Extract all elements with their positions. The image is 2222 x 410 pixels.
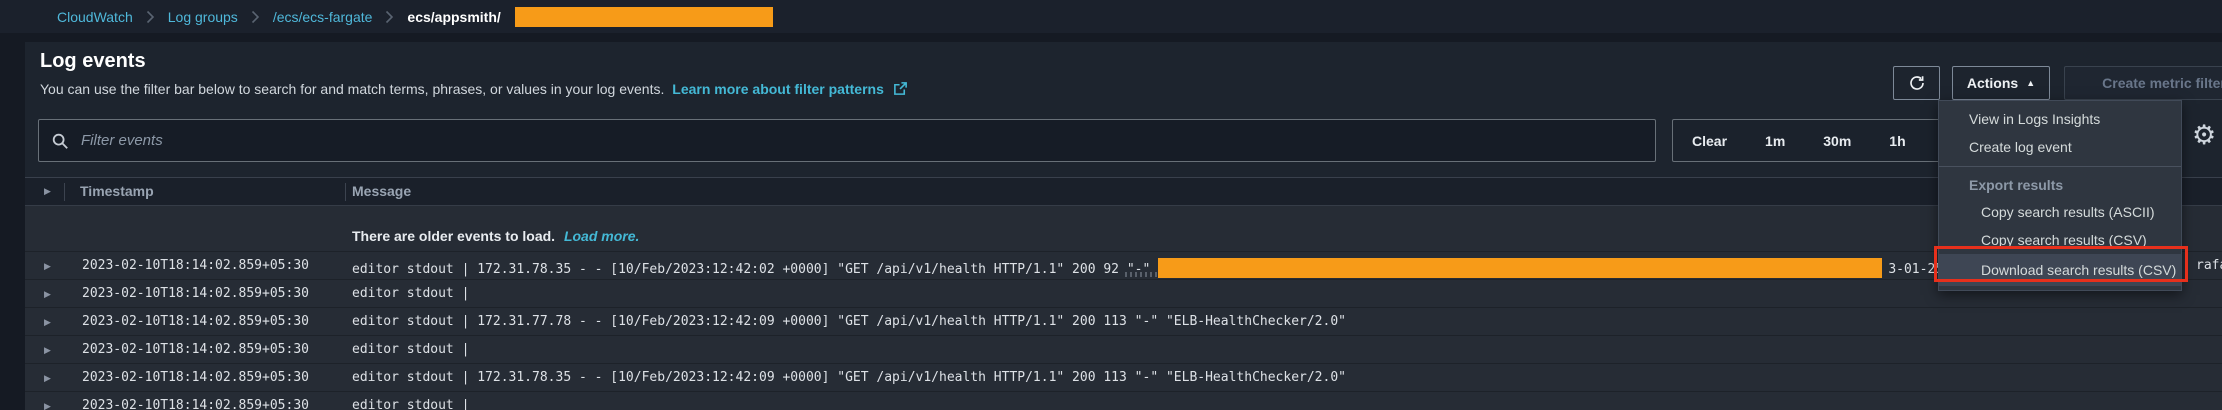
actions-button-label: Actions xyxy=(1967,75,2018,91)
chevron-right-icon xyxy=(385,10,394,24)
older-events-text: There are older events to load. Load mor… xyxy=(352,228,639,244)
redaction-bar xyxy=(515,7,773,27)
breadcrumb-link[interactable]: Log groups xyxy=(168,9,238,25)
time-range-1m[interactable]: 1m xyxy=(1746,120,1804,161)
column-header-message: Message xyxy=(352,183,411,199)
load-more-link[interactable]: Load more. xyxy=(564,228,639,244)
breadcrumb-link[interactable]: CloudWatch xyxy=(57,9,133,25)
table-row[interactable]: ▶ 2023-02-10T18:14:02.859+05:30 editor std… xyxy=(25,336,2222,364)
caret-up-icon: ▲ xyxy=(2026,79,2035,88)
menu-item[interactable]: Download search results (CSV) xyxy=(1939,254,2181,286)
log-timestamp: 2023-02-10T18:14:02.859+05:30 xyxy=(82,398,309,410)
log-message: editor stdout | 172.31.77.78 - - [10/Feb… xyxy=(352,314,1346,329)
log-timestamp: 2023-02-10T18:14:02.859+05:30 xyxy=(82,286,309,301)
column-divider xyxy=(345,183,346,201)
external-link-icon xyxy=(893,81,908,96)
page-description: You can use the filter bar below to sear… xyxy=(40,81,908,97)
refresh-button[interactable] xyxy=(1893,66,1940,100)
refresh-icon xyxy=(1908,74,1926,92)
expand-all-arrow-icon[interactable]: ▶ xyxy=(44,186,51,197)
older-events-row: There are older events to load. Load mor… xyxy=(25,206,2222,252)
table-row[interactable]: ▶ 2023-02-10T18:14:02.859+05:30 editor std… xyxy=(25,364,2222,392)
filter-events-field[interactable] xyxy=(38,119,1656,162)
time-range-30m[interactable]: 30m xyxy=(1804,120,1870,161)
search-icon xyxy=(51,132,69,150)
time-range-clear[interactable]: Clear xyxy=(1673,120,1746,161)
log-timestamp: 2023-02-10T18:14:02.859+05:30 xyxy=(82,370,309,385)
log-timestamp: 2023-02-10T18:14:02.859+05:30 xyxy=(82,258,309,273)
table-row[interactable]: ▶ 2023-02-10T18:14:02.859+05:30 editor std… xyxy=(25,392,2222,410)
log-table-header: ▶ Timestamp Message xyxy=(25,177,2222,206)
menu-section-label: Export results xyxy=(1939,172,2181,198)
filter-events-input[interactable] xyxy=(79,131,1643,150)
table-row[interactable]: ▶ 2023-02-10T18:14:02.859+05:30 rafar edito… xyxy=(25,252,2222,280)
log-message: editor stdout | xyxy=(352,342,469,357)
actions-menu: View in Logs InsightsCreate log event Exp… xyxy=(1938,100,2182,291)
time-range-1h[interactable]: 1h xyxy=(1870,120,1924,161)
redaction-bar xyxy=(1158,258,1882,278)
table-row[interactable]: ▶ 2023-02-10T18:14:02.859+05:30 editor std… xyxy=(25,280,2222,308)
chevron-right-icon xyxy=(146,10,155,24)
log-timestamp: 2023-02-10T18:14:02.859+05:30 xyxy=(82,314,309,329)
page-description-text: You can use the filter bar below to sear… xyxy=(40,81,664,97)
older-events-label: There are older events to load. xyxy=(352,228,555,244)
column-divider xyxy=(64,183,65,201)
create-metric-filter-button[interactable]: Create metric filter xyxy=(2064,66,2222,100)
log-message: editor stdout | xyxy=(352,398,469,410)
page-title: Log events xyxy=(40,50,146,73)
breadcrumb: CloudWatch Log groups/ecs/ecs-fargate ecs/… xyxy=(0,0,2222,33)
expand-arrow-icon[interactable]: ▶ xyxy=(44,401,51,410)
expand-arrow-icon[interactable]: ▶ xyxy=(44,373,51,384)
breadcrumb-link[interactable]: /ecs/ecs-fargate xyxy=(273,9,373,25)
column-header-timestamp: Timestamp xyxy=(80,183,154,199)
log-message-fragment: rafar xyxy=(2196,258,2222,273)
gear-icon[interactable]: ⚙ xyxy=(2192,120,2216,151)
menu-item[interactable]: Copy search results (CSV) xyxy=(1939,226,2181,254)
expand-arrow-icon[interactable]: ▶ xyxy=(44,289,51,300)
expand-arrow-icon[interactable]: ▶ xyxy=(44,261,51,272)
breadcrumb-current: ecs/appsmith/ xyxy=(407,9,500,25)
cloudwatch-log-events-page: CloudWatch Log groups/ecs/ecs-fargate ecs/… xyxy=(0,0,2222,410)
menu-item[interactable]: Copy search results (ASCII) xyxy=(1939,198,2181,226)
log-timestamp: 2023-02-10T18:14:02.859+05:30 xyxy=(82,342,309,357)
chevron-right-icon xyxy=(251,10,260,24)
expand-arrow-icon[interactable]: ▶ xyxy=(44,345,51,356)
actions-button[interactable]: Actions ▲ xyxy=(1952,66,2050,100)
table-row[interactable]: ▶ 2023-02-10T18:14:02.859+05:30 editor std… xyxy=(25,308,2222,336)
menu-item[interactable]: View in Logs Insights xyxy=(1939,105,2181,133)
menu-item[interactable]: Create log event xyxy=(1939,133,2181,161)
log-message: editor stdout | 172.31.78.35 - - [10/Feb… xyxy=(352,370,1346,385)
menu-divider xyxy=(1939,166,2181,167)
log-message: editor stdout | 172.31.78.35 - - [10/Feb… xyxy=(352,258,1967,278)
expand-arrow-icon[interactable]: ▶ xyxy=(44,317,51,328)
log-message: editor stdout | xyxy=(352,286,469,301)
learn-more-link[interactable]: Learn more about filter patterns xyxy=(672,81,884,97)
log-rows: There are older events to load. Load mor… xyxy=(25,206,2222,410)
